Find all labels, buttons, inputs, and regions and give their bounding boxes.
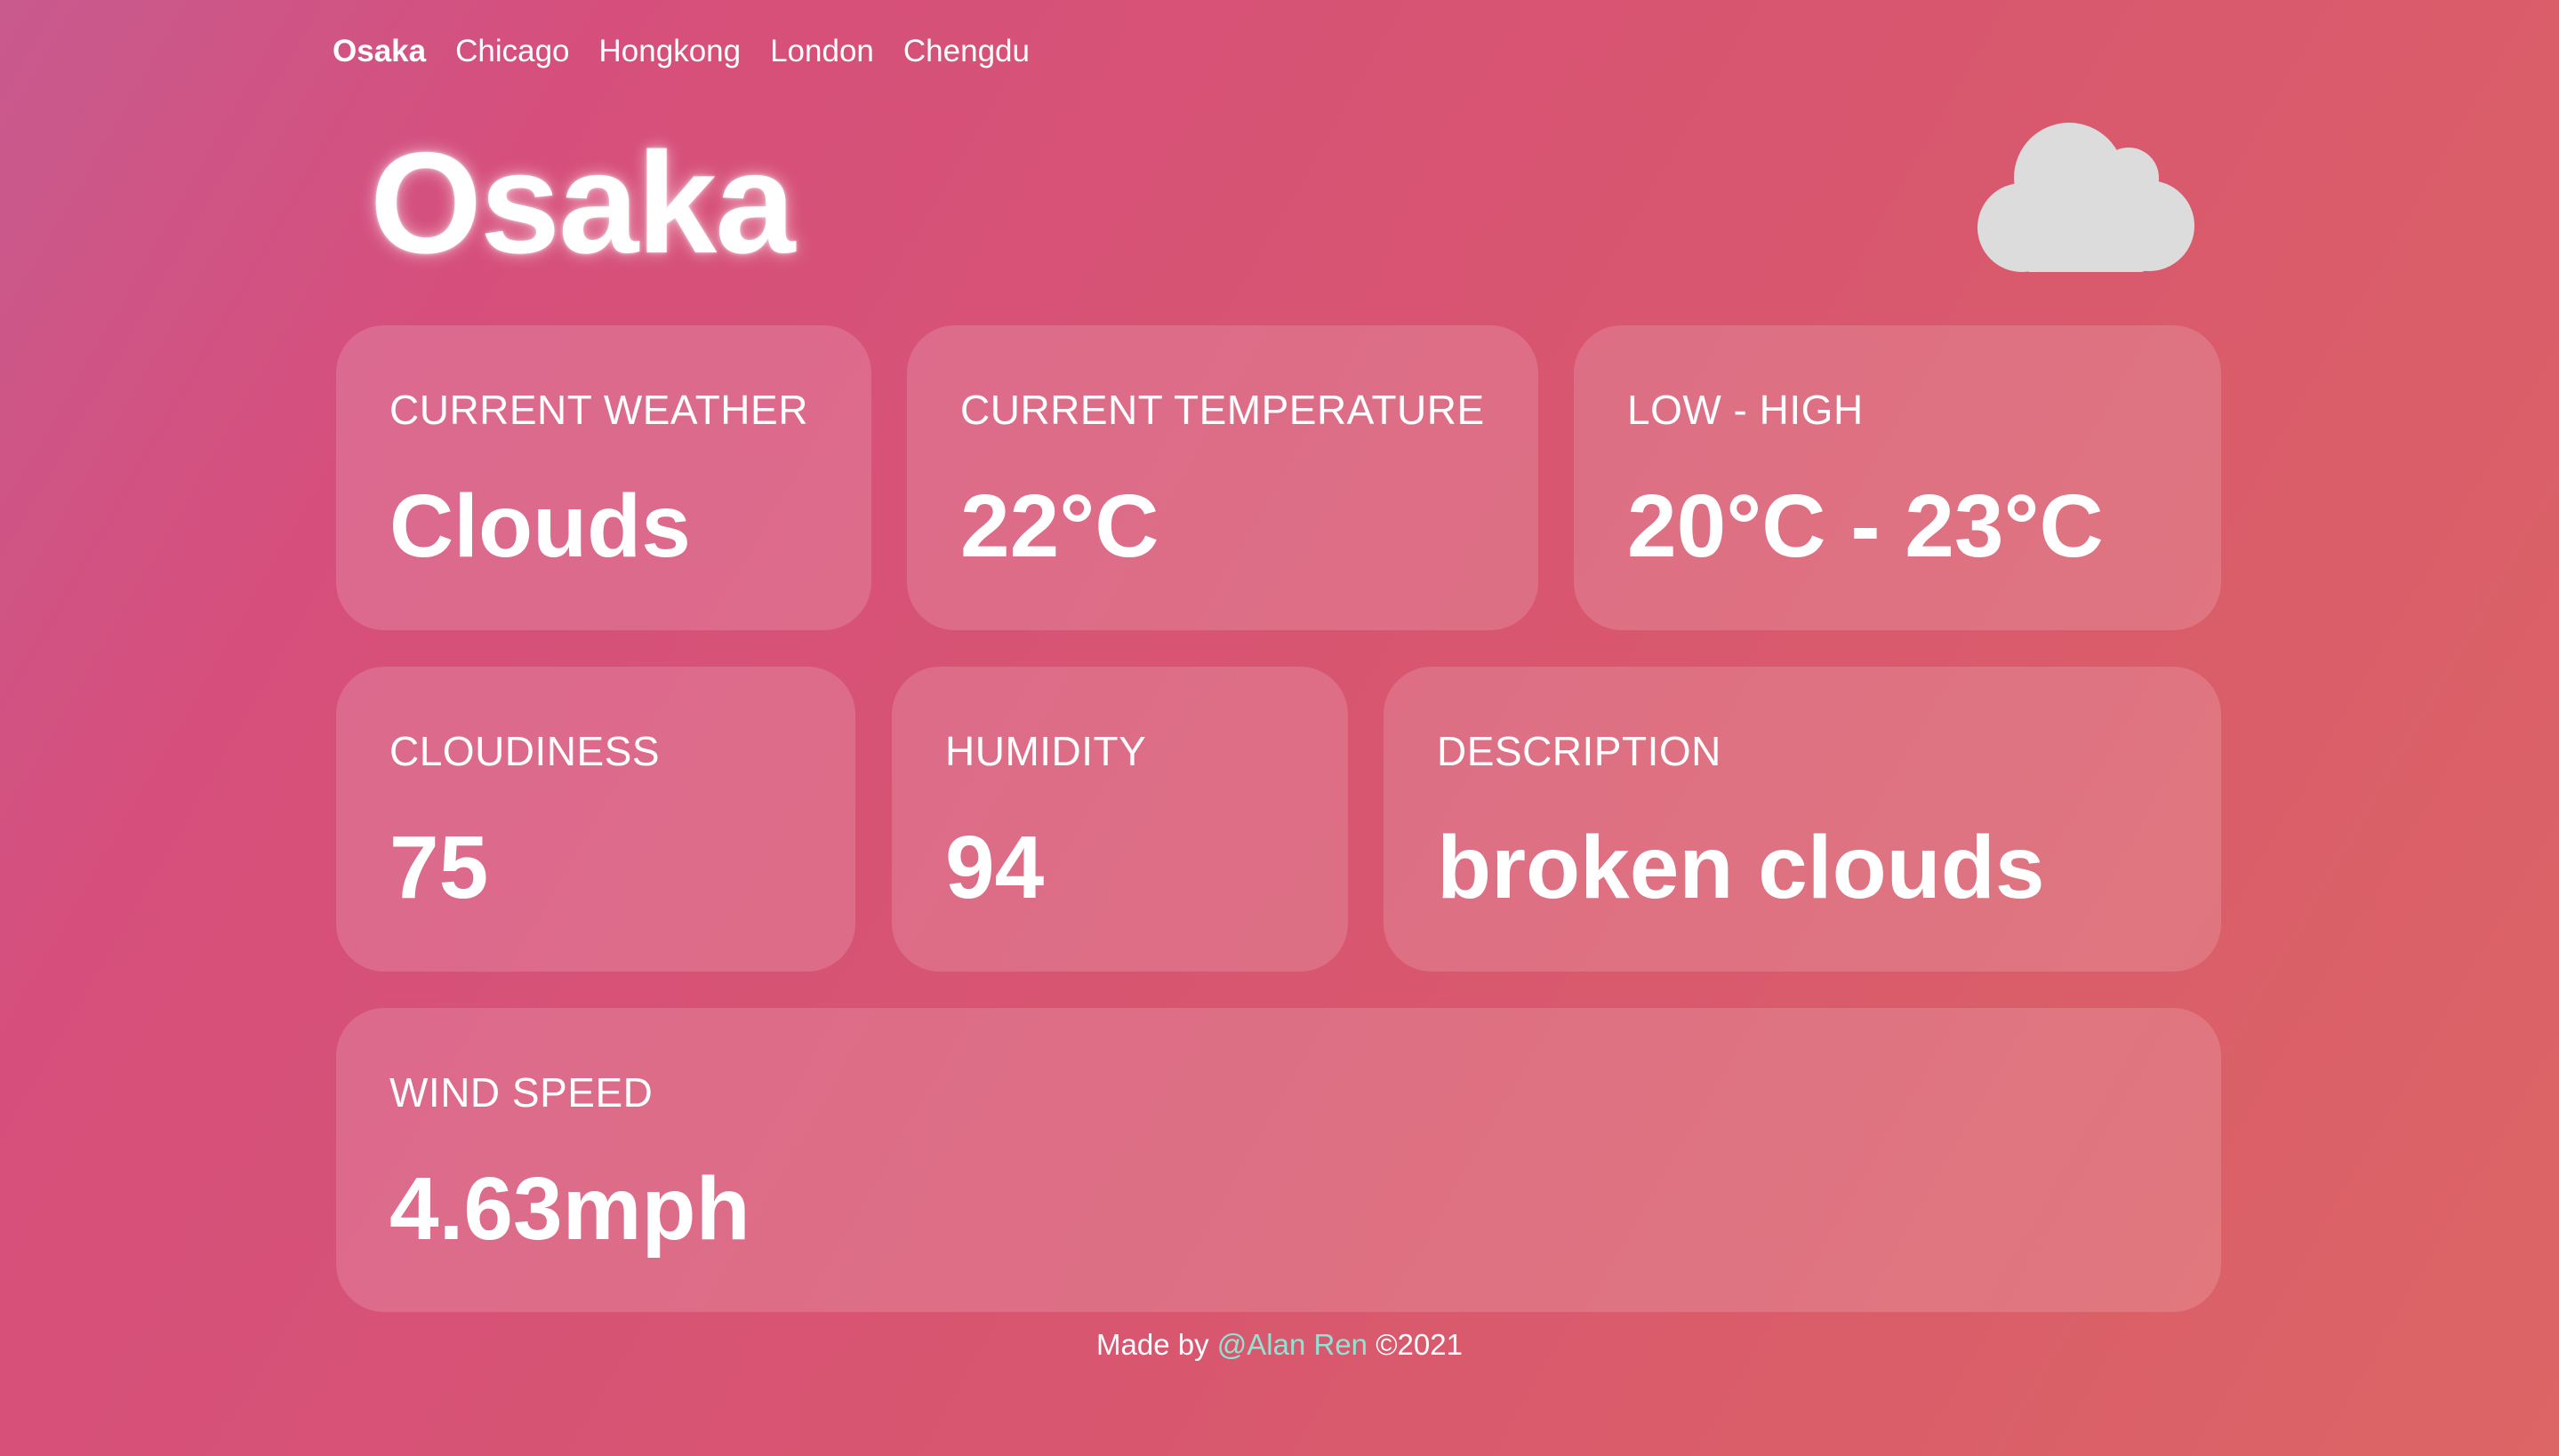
low-high-value: 20°C - 23°C xyxy=(1627,476,2104,576)
city-nav: Osaka Chicago Hongkong London Chengdu xyxy=(333,27,1059,76)
current-weather-value: Clouds xyxy=(389,476,691,576)
description-value: broken clouds xyxy=(1437,818,2045,917)
nav-link-chicago[interactable]: Chicago xyxy=(455,34,569,69)
description-label: DESCRIPTION xyxy=(1437,728,1721,774)
nav-link-osaka[interactable]: Osaka xyxy=(333,34,426,69)
nav-link-hongkong[interactable]: Hongkong xyxy=(599,34,742,69)
current-weather-label: CURRENT WEATHER xyxy=(389,387,808,433)
nav-link-london[interactable]: London xyxy=(770,34,874,69)
city-title: Osaka xyxy=(370,123,795,284)
humidity-label: HUMIDITY xyxy=(945,728,1147,774)
footer: Made by @Alan Ren ©2021 xyxy=(0,1328,2559,1362)
low-high-card: LOW - HIGH 20°C - 23°C xyxy=(1574,325,2221,630)
cloud-icon xyxy=(1967,112,2198,274)
current-temperature-value: 22°C xyxy=(960,476,1159,576)
current-weather-card: CURRENT WEATHER Clouds xyxy=(336,325,871,630)
nav-link-chengdu[interactable]: Chengdu xyxy=(903,34,1030,69)
description-card: DESCRIPTION broken clouds xyxy=(1384,667,2221,972)
cloudiness-value: 75 xyxy=(389,818,489,917)
low-high-label: LOW - HIGH xyxy=(1627,387,1864,433)
footer-prefix: Made by xyxy=(1096,1328,1217,1361)
humidity-value: 94 xyxy=(945,818,1045,917)
humidity-card: HUMIDITY 94 xyxy=(892,667,1348,972)
cloudiness-label: CLOUDINESS xyxy=(389,728,661,774)
author-link[interactable]: @Alan Ren xyxy=(1217,1328,1368,1361)
cloudiness-card: CLOUDINESS 75 xyxy=(336,667,855,972)
current-temperature-label: CURRENT TEMPERATURE xyxy=(960,387,1485,433)
current-temperature-card: CURRENT TEMPERATURE 22°C xyxy=(907,325,1538,630)
wind-speed-card: WIND SPEED 4.63mph xyxy=(336,1008,2221,1312)
footer-suffix: ©2021 xyxy=(1368,1328,1463,1361)
wind-speed-label: WIND SPEED xyxy=(389,1069,654,1116)
wind-speed-value: 4.63mph xyxy=(389,1159,750,1259)
